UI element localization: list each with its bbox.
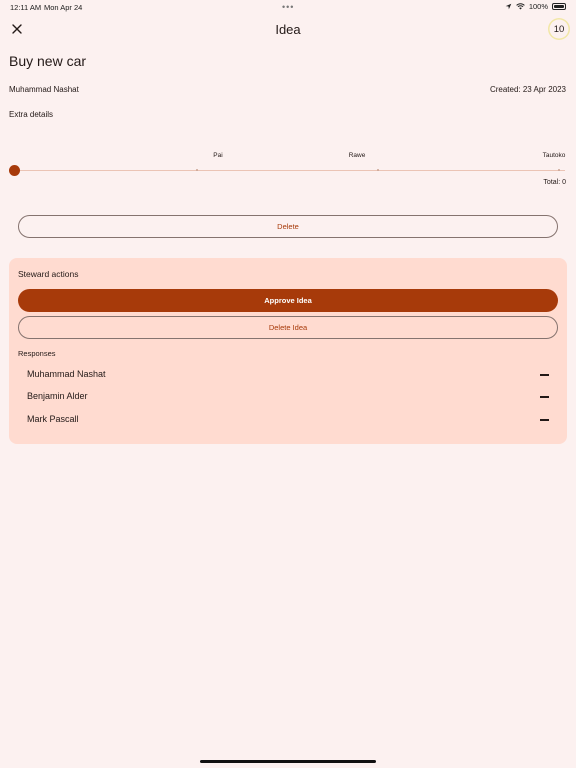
steward-actions-card: Steward actions Approve Idea Delete Idea… <box>9 258 567 444</box>
response-row: Muhammad Nashat <box>27 367 549 383</box>
status-bar: 12:11 AM Mon Apr 24 ••• 100% <box>0 0 576 14</box>
slider-tick <box>377 169 379 171</box>
idea-title: Buy new car <box>9 53 87 69</box>
slider-total: Total: 0 <box>543 179 566 186</box>
close-icon <box>12 24 22 34</box>
slider-label-rawe: Rawe <box>348 152 366 159</box>
response-row: Benjamin Alder <box>27 389 549 405</box>
vote-slider[interactable]: Pai Rawe Tautoko Total: 0 <box>9 150 566 190</box>
response-row: Mark Pascall <box>27 412 549 428</box>
dash-icon <box>540 419 549 421</box>
location-icon <box>505 3 512 10</box>
delete-idea-button[interactable]: Delete Idea <box>18 316 558 339</box>
slider-thumb[interactable] <box>9 165 20 176</box>
dash-icon <box>540 396 549 398</box>
status-date: Mon Apr 24 <box>44 3 83 12</box>
wifi-icon <box>516 3 525 10</box>
slider-label-tautoko: Tautoko <box>542 152 566 159</box>
idea-created-date: Created: 23 Apr 2023 <box>489 85 566 94</box>
slider-label-pai: Pai <box>213 152 223 159</box>
responses-title: Responses <box>18 349 56 358</box>
page-title: Idea <box>275 22 301 37</box>
response-name: Mark Pascall <box>27 414 79 424</box>
multitasking-dots[interactable]: ••• <box>282 2 294 12</box>
status-time: 12:11 AM <box>10 3 42 12</box>
approve-idea-button[interactable]: Approve Idea <box>18 289 558 312</box>
slider-track[interactable] <box>15 170 565 171</box>
status-right: 100% <box>505 2 566 11</box>
idea-author: Muhammad Nashat <box>9 85 79 94</box>
extra-details: Extra details <box>9 110 54 119</box>
delete-button[interactable]: Delete <box>18 215 558 238</box>
home-indicator[interactable] <box>200 760 376 763</box>
response-name: Benjamin Alder <box>27 391 88 401</box>
close-button[interactable] <box>8 20 26 38</box>
slider-tick <box>558 169 560 171</box>
slider-tick <box>196 169 198 171</box>
battery-percent: 100% <box>528 2 548 11</box>
count-badge[interactable]: 10 <box>548 18 570 40</box>
dash-icon <box>540 374 549 376</box>
steward-actions-title: Steward actions <box>18 269 79 279</box>
battery-icon <box>552 3 566 10</box>
response-name: Muhammad Nashat <box>27 369 106 379</box>
app-bar: Idea 10 <box>0 18 576 42</box>
